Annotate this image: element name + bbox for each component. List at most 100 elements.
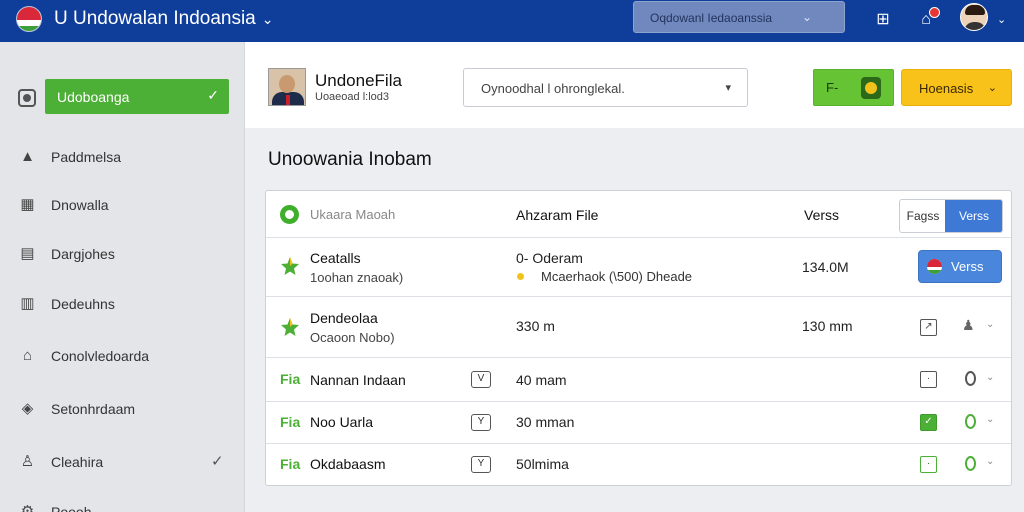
app-title-dropdown[interactable]: U Undowalan Indoansia ⌄ xyxy=(54,8,273,30)
top-bar: U Undowalan Indoansia ⌄ Oqdowanl Iedaoans… xyxy=(0,0,1024,42)
row-title: Nannan Indaan xyxy=(310,372,406,388)
home-icon: ▲ xyxy=(20,148,35,165)
row-badge[interactable]: Y xyxy=(471,456,491,473)
table-row[interactable]: Dendeolaa Ocaoon Nobo) 330 m 130 mm ↗ ♟ … xyxy=(266,297,1011,358)
user-menu-chevron-icon[interactable]: ⌄ xyxy=(997,13,1006,26)
row-file: 40 mam xyxy=(516,372,567,388)
row-size: 134.0M xyxy=(802,259,849,275)
sidebar-item-label: Dargjohes xyxy=(51,246,115,262)
row-subtitle: Ocaoon Nobo) xyxy=(310,330,395,345)
flag-icon xyxy=(927,259,942,274)
row-file: 0- Oderam xyxy=(516,250,583,266)
edit-icon[interactable]: · xyxy=(920,371,937,388)
row-badge[interactable]: V xyxy=(471,371,491,388)
sidebar-item-label: Setonhrdaam xyxy=(51,401,136,417)
sidebar-active-label: Udoboanga xyxy=(57,89,130,105)
row-size: 130 mm xyxy=(802,318,853,334)
chevron-down-icon: ⌄ xyxy=(987,82,997,94)
folder-icon: ▤ xyxy=(20,245,35,262)
coin-icon xyxy=(861,77,881,99)
circle-icon[interactable] xyxy=(965,414,976,429)
table-row[interactable]: Fia Nannan Indaan V 40 mam · ⌄ xyxy=(266,358,1011,402)
chevron-down-icon[interactable]: ⌄ xyxy=(986,372,994,383)
check-icon: ✓ xyxy=(211,453,224,470)
shield-icon: ◈ xyxy=(21,400,34,417)
notification-icon[interactable]: ⌂ xyxy=(915,7,940,31)
chevron-down-icon[interactable]: ⌄ xyxy=(986,456,994,467)
grid-plus-icon[interactable]: ⊞ xyxy=(872,9,894,31)
row-title: Ceatalls xyxy=(310,250,361,266)
star-leaf-icon xyxy=(281,257,299,275)
chevron-down-icon[interactable]: ⌄ xyxy=(986,319,994,330)
user-avatar[interactable] xyxy=(960,3,988,31)
sidebar-item-4[interactable]: ▥ Dedeuhns xyxy=(0,289,245,319)
row-tag: Fia xyxy=(280,371,301,387)
sidebar-item-6[interactable]: ◈ Setonhrdaam xyxy=(0,394,245,424)
profile-photo xyxy=(268,68,306,106)
row-tag: Fia xyxy=(280,414,301,430)
edit-icon[interactable]: · xyxy=(920,456,937,473)
camera-icon[interactable] xyxy=(18,89,36,107)
top-search-select[interactable]: Oqdowanl Iedaoanssia ⌄ xyxy=(633,1,845,33)
toggle-right[interactable]: Verss xyxy=(945,200,1002,232)
green-action-button[interactable]: F- xyxy=(813,69,894,106)
sidebar-item-1[interactable]: ▲ Paddmelsa xyxy=(0,142,245,172)
edit-icon[interactable]: ↗ xyxy=(920,319,937,336)
row-version-button[interactable]: Verss xyxy=(918,250,1002,283)
sidebar-item-7[interactable]: ♙ Cleahira ✓ xyxy=(0,447,245,477)
section-title: Unoowania Inobam xyxy=(268,149,432,170)
check-icon: ✓ xyxy=(207,87,219,103)
main-select-dropdown[interactable]: Oynoodhal l ohronglekal. ▾ xyxy=(463,68,748,107)
main-select-text: Oynoodhal l ohronglekal. xyxy=(481,81,625,96)
sidebar-item-8[interactable]: ⚙ Poooh xyxy=(0,497,245,512)
sidebar-item-5[interactable]: ⌂ Conolvledoarda xyxy=(0,341,245,371)
row-title: Okdabaasm xyxy=(310,456,386,472)
column-header-version[interactable]: Verss xyxy=(804,207,839,223)
circle-icon[interactable] xyxy=(965,456,976,471)
sidebar-item-label: Paddmelsa xyxy=(51,149,122,165)
sidebar-item-label: Dnowalla xyxy=(51,197,109,213)
row-subtitle: 1oohan znaoak) xyxy=(310,270,404,285)
yellow-dropdown-button[interactable]: Hoenasis ⌄ xyxy=(901,69,1012,106)
checked-box-icon[interactable]: ✓ xyxy=(920,414,937,431)
sidebar-item-2[interactable]: ▦ Dnowalla xyxy=(0,190,245,220)
view-toggle: Fagss Verss xyxy=(899,199,1003,233)
table-row[interactable]: Ceatalls 1oohan znaoak) 0- Oderam Mcaerh… xyxy=(266,238,1011,297)
sidebar: Udoboanga ✓ ▲ Paddmelsa ▦ Dnowalla ▤ Dargjo… xyxy=(0,42,245,512)
row-file: 330 m xyxy=(516,318,555,334)
row-title: Dendeolaa xyxy=(310,310,378,326)
person-icon[interactable]: ♟ xyxy=(962,317,975,334)
table-row[interactable]: Fia Noo Uarla Y 30 mman ✓ ⌄ xyxy=(266,402,1011,444)
row-file: 30 mman xyxy=(516,414,575,430)
grid-icon: ▦ xyxy=(20,196,35,213)
sidebar-item-label: Conolvledoarda xyxy=(51,348,150,364)
table-row[interactable]: Fia Okdabaasm Y 50lmima · ⌄ xyxy=(266,444,1011,485)
table-header-row: Ukaara Maoah Ahzaram File Verss Fagss Ve… xyxy=(266,191,1011,238)
building-icon: ⌂ xyxy=(22,347,33,364)
status-dot xyxy=(517,273,524,280)
star-leaf-icon xyxy=(281,318,299,336)
top-search-text: Oqdowanl Iedaoanssia xyxy=(650,11,773,25)
chevron-down-icon: ▾ xyxy=(725,82,731,94)
chevron-down-icon[interactable]: ⌄ xyxy=(986,414,994,425)
row-title: Noo Uarla xyxy=(310,414,374,430)
row-badge[interactable]: Y xyxy=(471,414,491,431)
sidebar-item-3[interactable]: ▤ Dargjohes xyxy=(0,239,245,269)
row-tag: Fia xyxy=(280,456,301,472)
column-header-file[interactable]: Ahzaram File xyxy=(516,207,598,223)
sidebar-item-label: Cleahira xyxy=(51,454,104,470)
file-table: Ukaara Maoah Ahzaram File Verss Fagss Ve… xyxy=(265,190,1012,486)
sidebar-item-label: Dedeuhns xyxy=(51,296,115,312)
document-icon: ▥ xyxy=(20,295,35,312)
notification-badge xyxy=(929,7,940,18)
settings-icon: ⚙ xyxy=(20,503,35,512)
circle-icon[interactable] xyxy=(965,371,976,386)
indonesia-flag-logo-icon[interactable] xyxy=(16,6,42,32)
column-header-name[interactable]: Ukaara Maoah xyxy=(310,207,395,222)
yellow-button-label: Hoenasis xyxy=(919,81,974,96)
status-circle-icon xyxy=(280,205,299,224)
toggle-left[interactable]: Fagss xyxy=(900,200,946,232)
profile-name: UndoneFila xyxy=(315,71,402,90)
person-icon: ♙ xyxy=(20,453,35,470)
sidebar-item-active[interactable]: Udoboanga ✓ xyxy=(45,79,229,114)
